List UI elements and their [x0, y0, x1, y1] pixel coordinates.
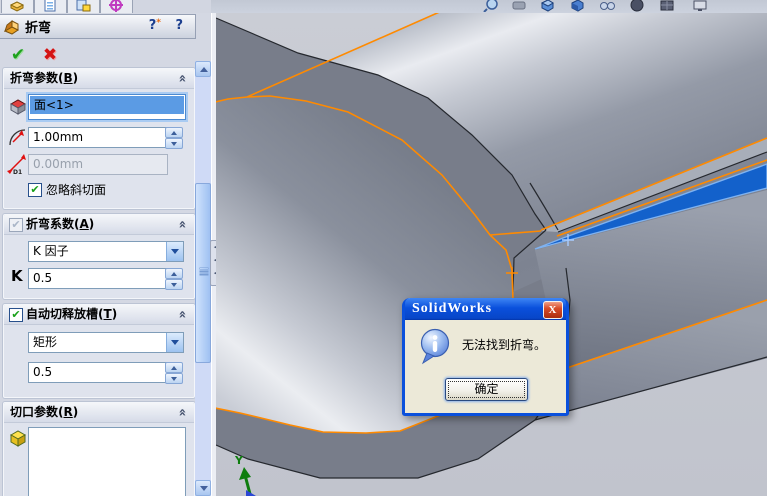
bend-allowance-checkbox[interactable]: ✔	[9, 218, 23, 232]
scrollbar-down-icon[interactable]	[195, 480, 211, 496]
propertymanager-title-bar: 折弯 ?* ?	[0, 14, 196, 39]
offset-distance-input: 0.00mm	[28, 154, 168, 175]
spinner-down-icon[interactable]	[165, 138, 183, 149]
graphics-viewport[interactable]: Y	[216, 13, 767, 496]
solidworks-window: 折弯 ?* ? ✔ ✖ 折弯参数(B) « 面<1> 1.00mm D1 0.0…	[0, 0, 767, 496]
scene-icon[interactable]	[659, 0, 675, 12]
auto-relief-checkbox[interactable]: ✔	[9, 308, 23, 322]
k-factor-input[interactable]: 0.5	[28, 268, 168, 289]
group-bend-allowance: ✔ 折弯系数(A) « K 因子 K 0.5	[3, 214, 195, 299]
configurationmanager-tab[interactable]	[67, 0, 100, 14]
dialog-message: 无法找到折弯。	[462, 338, 547, 352]
selected-face-item[interactable]: 面<1>	[30, 96, 184, 114]
group-auto-relief-header[interactable]: ✔ 自动切释放槽(T) «	[4, 305, 194, 325]
dialog-title-bar[interactable]: SolidWorks X	[405, 298, 566, 320]
spinner-down-icon[interactable]	[165, 373, 183, 384]
view-toolbar-strip	[211, 0, 767, 14]
svg-text:D1: D1	[13, 169, 22, 175]
previous-view-icon[interactable]	[511, 0, 527, 12]
group-rip-parameters: 切口参数(R) «	[3, 402, 195, 496]
group-bend-parameters: 折弯参数(B) « 面<1> 1.00mm D1 0.00mm ✔ 忽略斜切面	[3, 68, 195, 209]
k-factor-label: K	[11, 267, 23, 285]
propertymanager-icon	[44, 0, 56, 12]
face-selection-listbox[interactable]: 面<1>	[28, 94, 186, 120]
panel-scrollbar[interactable]	[195, 61, 211, 496]
help-icon[interactable]: ?	[175, 18, 183, 33]
propertymanager-tab[interactable]	[34, 0, 67, 14]
standard-views-icon[interactable]	[569, 0, 585, 12]
bend-radius-spinner[interactable]	[165, 127, 183, 149]
dialog-ok-button[interactable]: 确定	[445, 378, 528, 401]
group-auto-relief: ✔ 自动切释放槽(T) « 矩形 0.5	[3, 304, 195, 398]
featuremanager-tab[interactable]	[1, 0, 34, 14]
rip-edge-icon	[9, 430, 27, 447]
shadows-icon[interactable]	[629, 0, 645, 12]
face-select-icon	[9, 99, 27, 115]
relief-type-combobox[interactable]: 矩形	[28, 332, 184, 353]
propertymanager-panel: 折弯 ?* ? ✔ ✖ 折弯参数(B) « 面<1> 1.00mm D1 0.0…	[0, 13, 211, 496]
collapse-chevron-icon[interactable]: «	[172, 408, 191, 416]
spinner-up-icon[interactable]	[165, 127, 183, 138]
offset-distance-icon: D1	[7, 154, 26, 175]
scrollbar-thumb[interactable]	[195, 183, 211, 363]
cancel-button[interactable]: ✖	[38, 43, 62, 67]
bend-radius-icon	[9, 129, 26, 146]
info-icon	[420, 328, 450, 365]
group-bend-parameters-header[interactable]: 折弯参数(B) «	[4, 69, 194, 89]
triad-y-label: Y	[234, 454, 244, 467]
ignore-bevel-label: 忽略斜切面	[46, 183, 107, 197]
collapse-chevron-icon[interactable]: «	[172, 310, 191, 318]
quick-tips-icon[interactable]: ?*	[149, 18, 161, 33]
scrollbar-up-icon[interactable]	[195, 61, 211, 77]
dimxpert-tab[interactable]	[100, 0, 133, 14]
spinner-up-icon[interactable]	[165, 268, 183, 279]
spinner-down-icon[interactable]	[165, 279, 183, 290]
ok-button[interactable]: ✔	[6, 43, 30, 67]
allowance-type-combobox[interactable]: K 因子	[28, 241, 184, 262]
relief-ratio-spinner[interactable]	[165, 362, 183, 384]
propertymanager-tabs-strip	[0, 0, 211, 14]
panel-title: 折弯	[25, 21, 52, 36]
ignore-bevel-checkbox[interactable]: ✔	[28, 183, 42, 197]
configurationmanager-icon	[76, 0, 91, 12]
view-orientation-icon[interactable]	[539, 0, 555, 12]
combo-dropdown-icon[interactable]	[166, 242, 183, 261]
dialog-title: SolidWorks	[412, 301, 493, 316]
display-style-icon[interactable]	[599, 0, 615, 12]
spinner-up-icon[interactable]	[165, 362, 183, 373]
view-settings-icon[interactable]	[692, 0, 708, 12]
zoom-icon[interactable]	[483, 0, 499, 12]
rip-edge-listbox[interactable]	[28, 427, 186, 496]
collapse-chevron-icon[interactable]: «	[172, 74, 191, 82]
group-bend-allowance-header[interactable]: ✔ 折弯系数(A) «	[4, 215, 194, 235]
combo-dropdown-icon[interactable]	[166, 333, 183, 352]
dimxpert-icon	[109, 0, 123, 12]
bend-radius-input[interactable]: 1.00mm	[28, 127, 168, 148]
relief-ratio-input[interactable]: 0.5	[28, 362, 168, 383]
bend-feature-icon	[3, 19, 19, 35]
k-factor-spinner[interactable]	[165, 268, 183, 290]
featuremanager-icon	[9, 1, 25, 12]
group-rip-parameters-header[interactable]: 切口参数(R) «	[4, 403, 194, 423]
dialog-close-icon[interactable]: X	[543, 301, 563, 319]
collapse-chevron-icon[interactable]: «	[172, 220, 191, 228]
message-dialog: SolidWorks X 无法找到折弯。 确定	[402, 298, 569, 416]
model-view[interactable]: Y	[216, 13, 767, 496]
